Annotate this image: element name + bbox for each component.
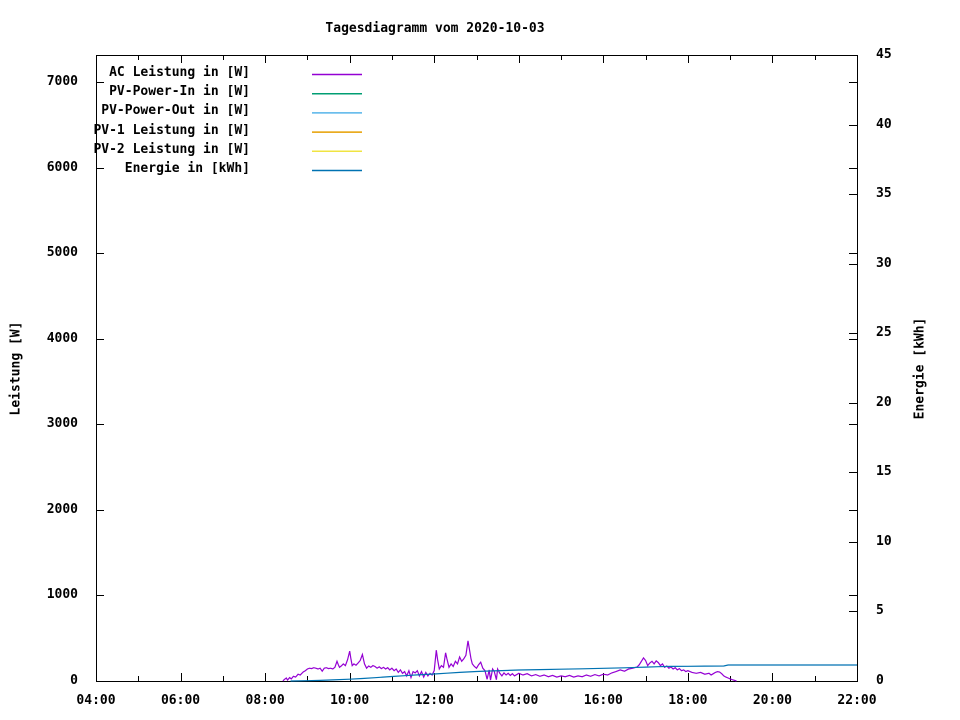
x-tick-label: 20:00 [742, 694, 802, 708]
y2-tick-label: 15 [876, 465, 916, 479]
x-tick-label: 04:00 [66, 694, 126, 708]
legend-label-4: PV-1 Leistung in [W] [30, 124, 250, 138]
x-tick-label: 06:00 [151, 694, 211, 708]
y-tick-label: 1000 [8, 588, 78, 602]
legend-label-1: AC Leistung in [W] [30, 66, 250, 80]
y-tick-label: 5000 [8, 246, 78, 260]
y-tick-label: 0 [8, 674, 78, 688]
y2-tick-label: 0 [876, 674, 916, 688]
y-tick-label: 3000 [8, 417, 78, 431]
x-tick-label: 12:00 [404, 694, 464, 708]
y2-tick-label: 30 [876, 257, 916, 271]
legend-label-5: PV-2 Leistung in [W] [30, 143, 250, 157]
legend-label-3: PV-Power-Out in [W] [30, 104, 250, 118]
y2-tick-label: 20 [876, 396, 916, 410]
y-tick-label: 4000 [8, 332, 78, 346]
y2-tick-label: 45 [876, 48, 916, 62]
y2-tick-label: 25 [876, 326, 916, 340]
y-tick-label: 2000 [8, 503, 78, 517]
y2-tick-label: 40 [876, 118, 916, 132]
x-tick-label: 10:00 [320, 694, 380, 708]
x-tick-label: 16:00 [573, 694, 633, 708]
y2-tick-label: 5 [876, 604, 916, 618]
y2-tick-label: 35 [876, 187, 916, 201]
x-tick-label: 22:00 [827, 694, 887, 708]
chart-canvas: Tagesdiagramm vom 2020-10-03 Leistung [W… [0, 0, 960, 720]
legend-label-2: PV-Power-In in [W] [30, 85, 250, 99]
legend-label-6: Energie in [kWh] [30, 162, 250, 176]
x-tick-label: 18:00 [658, 694, 718, 708]
x-tick-label: 14:00 [489, 694, 549, 708]
y2-tick-label: 10 [876, 535, 916, 549]
x-tick-label: 08:00 [235, 694, 295, 708]
